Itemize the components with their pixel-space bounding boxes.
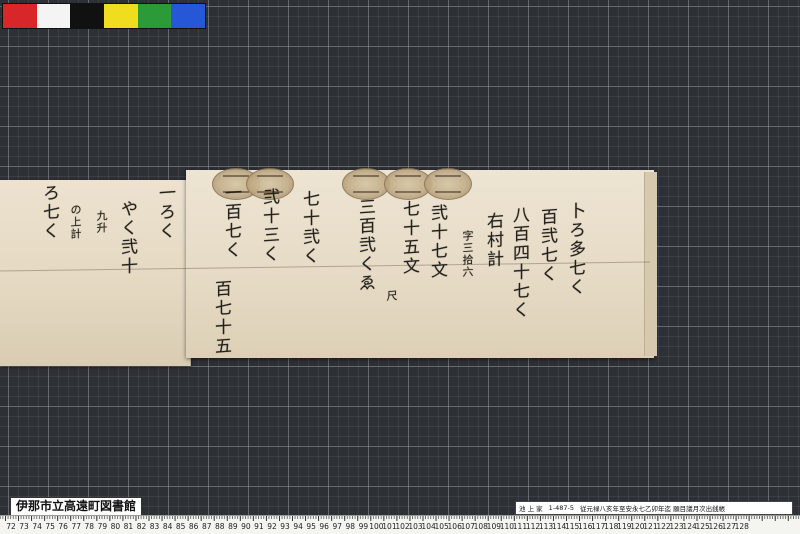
catalog-owner: 池 上 家 — [519, 505, 543, 513]
catalog-label: 池 上 家 1-487-5 従元禄八亥年至安永七乙卯年迄 願目議月次出銭帳 — [515, 501, 793, 515]
ruler-number: 89 — [228, 522, 238, 531]
ruler-number: 88 — [215, 522, 225, 531]
ruler-number: 78 — [84, 522, 95, 531]
ruler-number: 85 — [175, 522, 186, 531]
handwritten-column: の上計 — [69, 203, 82, 241]
ruler-number: 82 — [136, 522, 147, 531]
handwritten-column: 一百七く — [221, 183, 241, 261]
ruler-number: 74 — [32, 522, 42, 531]
handwritten-column: 尺 — [385, 289, 398, 303]
handwritten-column: 七十五文 — [399, 199, 419, 277]
handwritten-column: 一ろく — [155, 183, 175, 242]
ruler-number: 97 — [332, 522, 343, 531]
ruler-number: 87 — [201, 522, 212, 531]
ruler-number: 93 — [280, 522, 290, 531]
ruler-number: 99 — [358, 522, 369, 531]
seal-stamp — [342, 168, 390, 200]
handwritten-column: 百七十五 — [211, 279, 231, 357]
document-page-edge — [644, 172, 657, 356]
handwritten-column: 字三拾六 — [461, 229, 474, 279]
ruler-number: 94 — [293, 522, 303, 531]
color-calibration-chart — [2, 3, 206, 29]
handwritten-column: 弐十三く — [259, 187, 279, 265]
ruler-number: 98 — [345, 522, 356, 531]
handwritten-column: 八百四十七く — [509, 205, 529, 321]
document-scroll: 卜ろ多七く 百弐七く 八百四十七く 右村計 字三拾六 弐十七文 七十五文 尺 三… — [0, 168, 657, 368]
ruler-number: 75 — [45, 522, 55, 531]
measuring-ruler: 72 73 74 75 76 77 78 79 80 81 82 83 84 85 86 87 88 89 90 91… — [0, 515, 800, 534]
ruler-number: 92 — [267, 522, 277, 531]
ruler-number: 79 — [97, 522, 108, 531]
ruler-number: 80 — [110, 522, 121, 531]
handwritten-column: 弐十七文 — [427, 203, 447, 281]
handwritten-column: 百弐七く — [537, 207, 557, 285]
ruler-number: 76 — [58, 522, 68, 531]
blue-swatch — [171, 4, 206, 28]
handwritten-column: 七十弐く — [299, 189, 319, 267]
red-swatch — [3, 4, 37, 28]
catalog-title: 従元禄八亥年至安永七乙卯年迄 願目議月次出銭帳 — [580, 505, 726, 513]
ruler-number: 77 — [71, 522, 82, 531]
ruler-number: 90 — [241, 522, 251, 531]
ruler-number: 96 — [319, 522, 329, 531]
white-swatch — [36, 4, 71, 28]
ruler-number: 84 — [162, 522, 173, 531]
handwritten-column: やく弐十 — [117, 199, 137, 277]
ruler-number: 72 — [6, 522, 16, 531]
handwritten-column: 九升 — [95, 209, 108, 235]
green-swatch — [137, 4, 172, 28]
library-label: 伊那市立高遠町図書館 — [10, 497, 143, 516]
ruler-number: 86 — [188, 522, 199, 531]
handwritten-column: 卜ろ多七く — [565, 201, 585, 298]
handwritten-column: ろ七く — [39, 183, 59, 242]
ruler-number: 73 — [19, 522, 29, 531]
ruler-number: 128 — [734, 522, 749, 531]
ruler-number: 91 — [254, 522, 264, 531]
ruler-number: 81 — [123, 522, 134, 531]
seal-stamp — [424, 168, 472, 200]
ruler-number: 83 — [149, 522, 160, 531]
ruler-number: 95 — [306, 522, 316, 531]
catalog-number: 1-487-5 — [548, 504, 575, 512]
black-swatch — [70, 4, 105, 28]
yellow-swatch — [104, 4, 138, 28]
handwritten-column: 三百弐くゑ — [355, 197, 375, 294]
handwritten-column: 右村計 — [483, 211, 503, 270]
ruler-ticks — [0, 516, 800, 521]
